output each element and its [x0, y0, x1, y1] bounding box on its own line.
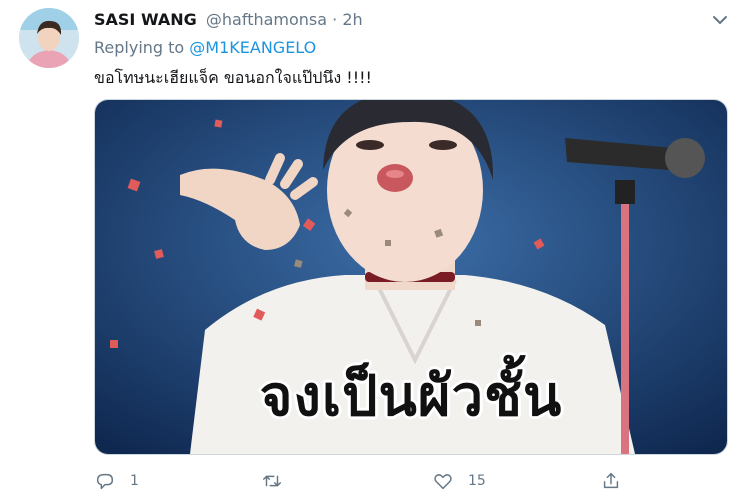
- like-button[interactable]: 15: [432, 468, 486, 494]
- tweet-media[interactable]: จงเป็นผัวชั้น: [94, 99, 728, 455]
- heart-icon: [434, 474, 452, 490]
- tweet-text: ขอโทษนะเฮียแจ็ค ขอนอกใจแป๊ปนึง !!!!: [94, 68, 372, 87]
- reply-icon: [96, 473, 114, 490]
- replying-to: Replying to @M1KEANGELO: [94, 38, 316, 57]
- share-button[interactable]: [600, 468, 622, 494]
- share-icon: [603, 472, 619, 489]
- author-name[interactable]: SASI WANG: [94, 10, 197, 29]
- replying-to-label: Replying to: [94, 38, 185, 57]
- replying-to-handle[interactable]: @M1KEANGELO: [189, 38, 316, 57]
- like-count: 15: [468, 473, 486, 489]
- caret-down-icon[interactable]: [710, 10, 730, 30]
- author-handle[interactable]: @hafthamonsa: [206, 10, 327, 29]
- tweet-timestamp[interactable]: 2h: [342, 10, 362, 29]
- reply-button[interactable]: 1: [94, 468, 139, 494]
- meme-caption: จงเป็นผัวชั้น: [259, 364, 563, 429]
- tweet: SASI WANG @hafthamonsa · 2h Replying to …: [0, 0, 744, 501]
- avatar[interactable]: [19, 8, 79, 68]
- separator-dot: ·: [332, 10, 338, 29]
- retweet-icon: [263, 475, 281, 487]
- action-bar: 1 15: [94, 468, 734, 496]
- tweet-header: SASI WANG @hafthamonsa · 2h: [94, 10, 363, 32]
- retweet-button[interactable]: [261, 468, 297, 494]
- reply-count: 1: [130, 473, 139, 489]
